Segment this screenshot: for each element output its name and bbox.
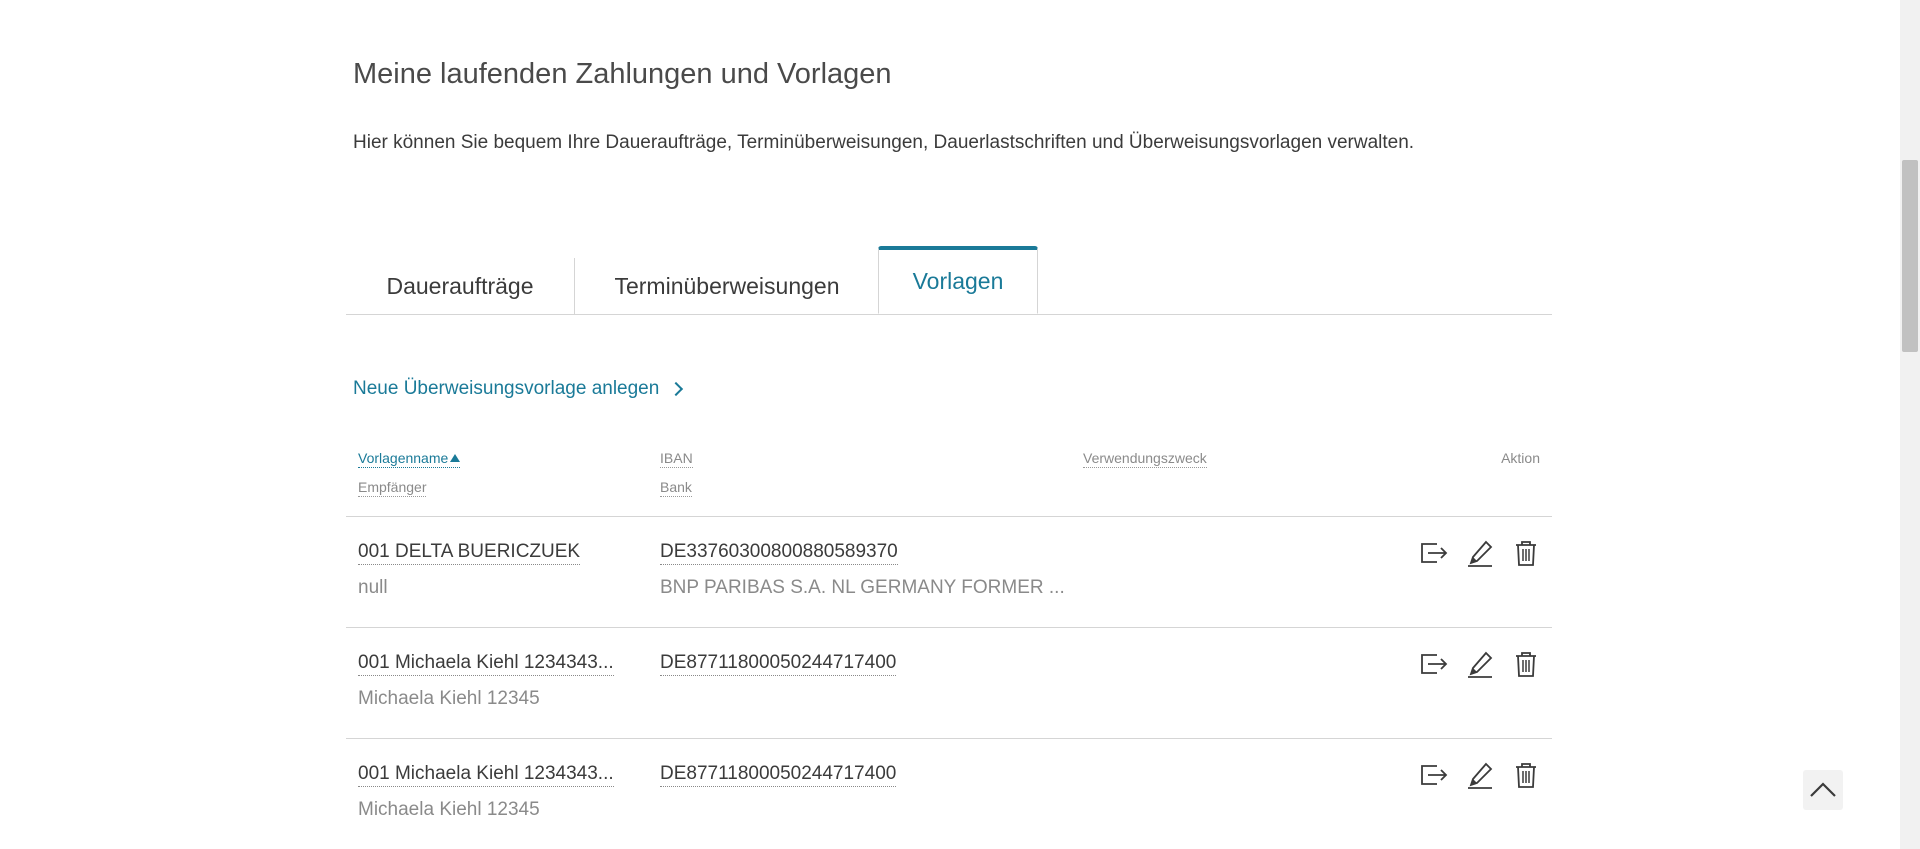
pencil-icon[interactable] [1464,648,1496,680]
new-template-link[interactable]: Neue Überweisungsvorlage anlegen [353,378,684,400]
template-name[interactable]: 001 DELTA BUERICZUEK [358,540,581,565]
tab-vorlagen[interactable]: Vorlagen [878,246,1038,314]
row-actions [1418,537,1542,569]
row-actions [1418,759,1542,791]
table-row: 001 DELTA BUERICZUEK null DE337603008008… [346,517,1552,628]
page: Meine laufenden Zahlungen und Vorlagen H… [0,0,1920,849]
column-header-iban[interactable]: IBAN [660,450,693,468]
trash-icon[interactable] [1510,648,1542,680]
page-intro: Hier können Sie bequem Ihre Daueraufträg… [353,132,1415,153]
column-header-name[interactable]: Vorlagenname [358,450,461,468]
template-recipient: Michaela Kiehl 12345 [358,799,540,820]
chevron-up-icon [1810,782,1836,797]
page-title: Meine laufenden Zahlungen und Vorlagen [353,58,892,90]
template-name[interactable]: 001 Michaela Kiehl 1234343... [358,762,614,787]
template-iban[interactable]: DE33760300800880589370 [660,540,898,565]
column-header-action: Aktion [1501,450,1540,466]
column-header-bank[interactable]: Bank [660,479,692,497]
chevron-right-icon [669,381,684,397]
template-iban[interactable]: DE87711800050244717400 [660,762,897,787]
scroll-to-top-button[interactable] [1803,770,1843,810]
transfer-out-icon[interactable] [1418,537,1450,569]
tab-dauerauftraege[interactable]: Daueraufträge [346,258,574,314]
tab-terminueberweisungen[interactable]: Terminüberweisungen [574,258,879,314]
template-recipient: null [358,577,388,598]
row-actions [1418,648,1542,680]
pencil-icon[interactable] [1464,537,1496,569]
scrollbar-thumb[interactable] [1902,160,1918,352]
trash-icon[interactable] [1510,537,1542,569]
template-name[interactable]: 001 Michaela Kiehl 1234343... [358,651,614,676]
tab-bar: Daueraufträge Terminüberweisungen Vorlag… [346,246,1552,315]
transfer-out-icon[interactable] [1418,759,1450,791]
pencil-icon[interactable] [1464,759,1496,791]
template-recipient: Michaela Kiehl 12345 [358,688,540,709]
template-iban[interactable]: DE87711800050244717400 [660,651,897,676]
transfer-out-icon[interactable] [1418,648,1450,680]
vertical-scrollbar[interactable] [1900,0,1920,849]
new-template-link-label: Neue Überweisungsvorlage anlegen [353,378,660,399]
trash-icon[interactable] [1510,759,1542,791]
table-row: 001 Michaela Kiehl 1234343... Michaela K… [346,739,1552,849]
column-header-recipient[interactable]: Empfänger [358,479,427,497]
column-header-purpose[interactable]: Verwendungszweck [1083,450,1207,468]
sort-ascending-icon [450,454,461,462]
table-row: 001 Michaela Kiehl 1234343... Michaela K… [346,628,1552,739]
template-bank: BNP PARIBAS S.A. NL GERMANY FORMER ... [660,577,1065,598]
table-header: Vorlagenname Empfänger IBAN Bank Verwend… [346,446,1552,517]
